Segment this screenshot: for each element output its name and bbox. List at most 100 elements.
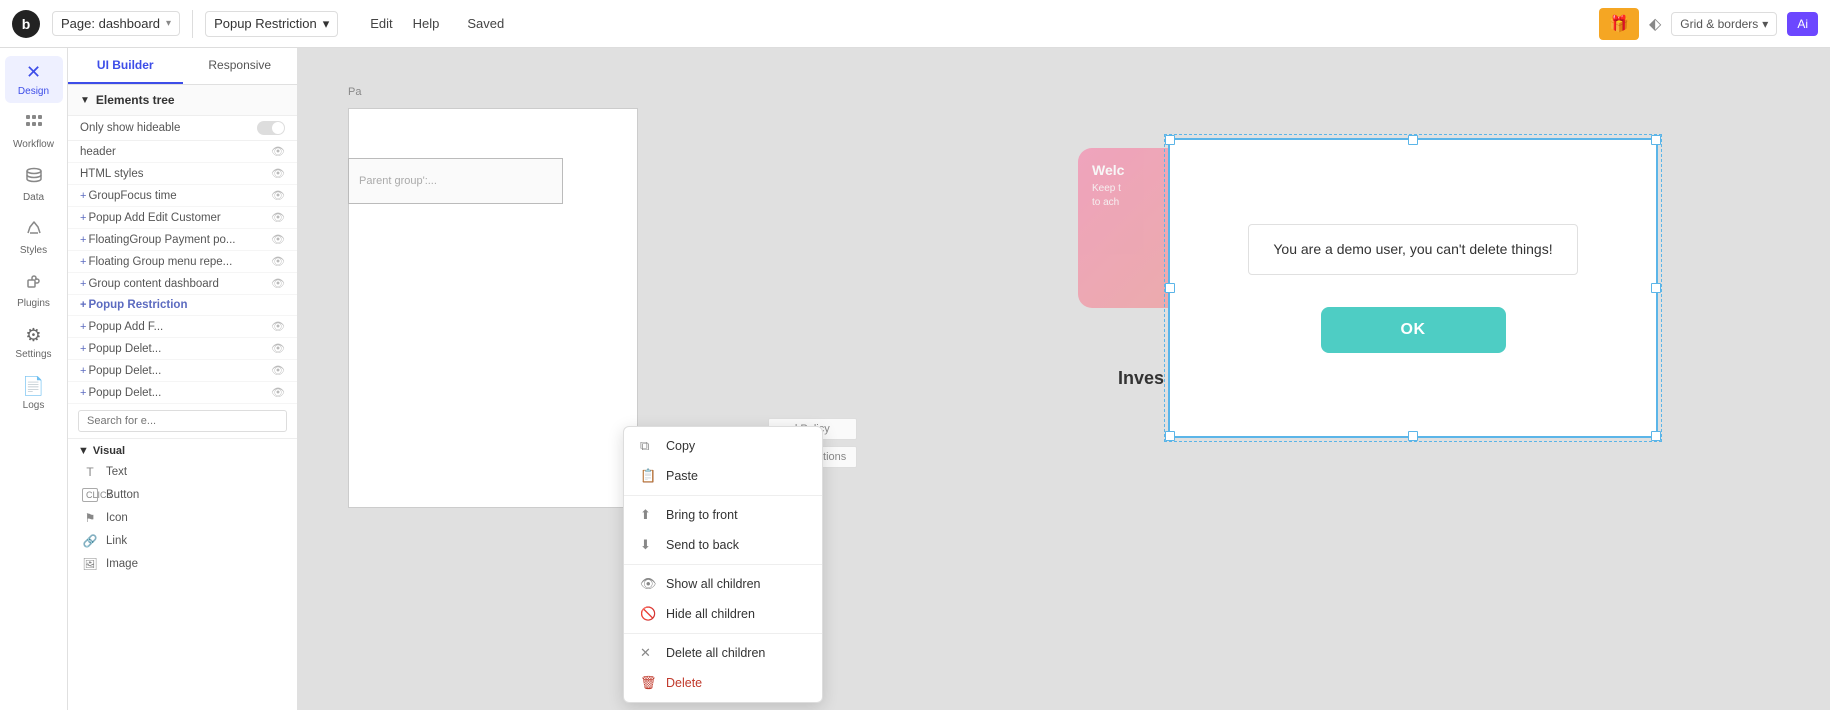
ctx-delete-all-children[interactable]: ✕ Delete all children bbox=[624, 638, 822, 668]
tab-ui-builder[interactable]: UI Builder bbox=[68, 48, 183, 84]
tree-item-popup-delet-2[interactable]: +Popup Delet... 👁 bbox=[68, 360, 297, 382]
edit-link[interactable]: Edit bbox=[370, 16, 392, 31]
tree-item-floating-group-menu[interactable]: +Floating Group menu repe... 👁 bbox=[68, 251, 297, 273]
tab-responsive[interactable]: Responsive bbox=[183, 48, 298, 84]
cursor-button[interactable]: ⬖ bbox=[1649, 14, 1661, 34]
only-show-hideable-label: Only show hideable bbox=[80, 122, 180, 134]
ctx-bring-to-front-label: Bring to front bbox=[666, 508, 738, 522]
visual-item-link[interactable]: 🔗 Link bbox=[78, 530, 287, 552]
tree-item-popup-restriction[interactable]: +Popup Restriction bbox=[68, 295, 297, 316]
parent-group-label: Parent group':... bbox=[359, 175, 437, 187]
eye-icon[interactable]: 👁 bbox=[271, 386, 285, 399]
sidebar-item-settings[interactable]: ⚙ Settings bbox=[5, 319, 63, 366]
ctx-copy[interactable]: ⧉ Copy bbox=[624, 431, 822, 461]
workflow-icon bbox=[25, 113, 43, 136]
elements-tree-label: Elements tree bbox=[96, 93, 175, 107]
modal-message: You are a demo user, you can't delete th… bbox=[1248, 224, 1577, 275]
ctx-delete-label: Delete bbox=[666, 676, 702, 690]
top-bar-right: 🎁 ⬖ Grid & borders ▾ Ai bbox=[1599, 8, 1818, 40]
ctx-delete[interactable]: 🗑 Delete bbox=[624, 668, 822, 698]
handle-mid-left[interactable] bbox=[1165, 283, 1175, 293]
eye-icon[interactable]: 👁 bbox=[271, 145, 285, 158]
tree-item-groupfocus[interactable]: +GroupFocus time 👁 bbox=[68, 185, 297, 207]
ctx-paste[interactable]: 📋 Paste bbox=[624, 461, 822, 491]
eye-icon[interactable]: 👁 bbox=[271, 364, 285, 377]
sidebar-item-design[interactable]: ✕ Design bbox=[5, 56, 63, 103]
tree-item-popup-add-f[interactable]: +Popup Add F... 👁 bbox=[68, 316, 297, 338]
grid-borders-button[interactable]: Grid & borders ▾ bbox=[1671, 12, 1777, 36]
eye-icon[interactable]: 👁 bbox=[271, 255, 285, 268]
plus-prefix: + bbox=[80, 256, 86, 268]
ctx-hide-all-children[interactable]: 🚫 Hide all children bbox=[624, 599, 822, 629]
parent-group-box: Parent group':... bbox=[348, 158, 563, 204]
welcome-sub: Keep tto ach bbox=[1092, 182, 1121, 210]
tree-item-groupfocus-label: GroupFocus time bbox=[88, 190, 176, 202]
ctx-show-all-children[interactable]: 👁 Show all children bbox=[624, 569, 822, 599]
handle-top-left[interactable] bbox=[1165, 135, 1175, 145]
handle-top-mid[interactable] bbox=[1408, 135, 1418, 145]
ctx-send-to-back[interactable]: ⬇ Send to back bbox=[624, 530, 822, 560]
tree-item-popup-delet-3[interactable]: +Popup Delet... 👁 bbox=[68, 382, 297, 404]
data-label: Data bbox=[23, 192, 44, 203]
handle-mid-right[interactable] bbox=[1651, 283, 1661, 293]
sidebar-item-styles[interactable]: Styles bbox=[5, 213, 63, 262]
eye-icon[interactable]: 👁 bbox=[271, 189, 285, 202]
eye-icon[interactable]: 👁 bbox=[271, 277, 285, 290]
plus-prefix: + bbox=[80, 343, 86, 355]
eye-icon[interactable]: 👁 bbox=[271, 320, 285, 333]
search-row[interactable] bbox=[68, 404, 297, 439]
top-bar: b Page: dashboard ▾ Popup Restriction ▾ … bbox=[0, 0, 1830, 48]
visual-item-icon[interactable]: ⚑ Icon bbox=[78, 507, 287, 529]
handle-bottom-right[interactable] bbox=[1651, 431, 1661, 441]
sidebar-item-plugins[interactable]: Plugins bbox=[5, 266, 63, 315]
tree-item-header[interactable]: header 👁 bbox=[68, 141, 297, 163]
search-input[interactable] bbox=[78, 410, 287, 432]
sidebar-item-workflow[interactable]: Workflow bbox=[5, 107, 63, 156]
ctx-show-all-children-label: Show all children bbox=[666, 577, 761, 591]
visual-item-image[interactable]: 🖼 Image bbox=[78, 553, 287, 575]
visual-arrow: ▼ bbox=[78, 445, 89, 457]
only-show-hideable-toggle[interactable] bbox=[257, 121, 285, 135]
modal-ok-button[interactable]: OK bbox=[1321, 307, 1506, 353]
tree-item-popup-delet-3-label: Popup Delet... bbox=[88, 387, 161, 399]
tree-item-group-content[interactable]: +Group content dashboard 👁 bbox=[68, 273, 297, 295]
help-link[interactable]: Help bbox=[413, 16, 440, 31]
only-show-hideable-row[interactable]: Only show hideable bbox=[68, 116, 297, 141]
eye-icon[interactable]: 👁 bbox=[271, 233, 285, 246]
popup-selector[interactable]: Popup Restriction ▾ bbox=[205, 11, 338, 37]
eye-icon[interactable]: 👁 bbox=[271, 167, 285, 180]
workflow-label: Workflow bbox=[13, 139, 54, 150]
tree-item-html-styles[interactable]: HTML styles 👁 bbox=[68, 163, 297, 185]
handle-bottom-left[interactable] bbox=[1165, 431, 1175, 441]
ai-button[interactable]: Ai bbox=[1787, 12, 1818, 36]
elements-tree-header: ▼ Elements tree bbox=[68, 85, 297, 116]
ctx-bring-to-front[interactable]: ⬆ Bring to front bbox=[624, 500, 822, 530]
tree-item-floating-payment[interactable]: +FloatingGroup Payment po... 👁 bbox=[68, 229, 297, 251]
copy-icon: ⧉ bbox=[640, 438, 656, 454]
eye-icon[interactable]: 👁 bbox=[271, 211, 285, 224]
page-selector[interactable]: Page: dashboard ▾ bbox=[52, 11, 180, 36]
page-label: Page: dashboard bbox=[61, 16, 160, 31]
popup-chevron: ▾ bbox=[323, 16, 330, 32]
toggle-knob bbox=[272, 122, 284, 134]
tree-item-popup-delet-1[interactable]: +Popup Delet... 👁 bbox=[68, 338, 297, 360]
visual-item-text[interactable]: T Text bbox=[78, 461, 287, 483]
elements-panel: UI Builder Responsive ▼ Elements tree On… bbox=[68, 48, 298, 710]
eye-icon[interactable]: 👁 bbox=[271, 342, 285, 355]
context-menu: ⧉ Copy 📋 Paste ⬆ Bring to front ⬇ Send t… bbox=[623, 426, 823, 703]
send-to-back-icon: ⬇ bbox=[640, 537, 656, 553]
handle-top-right[interactable] bbox=[1651, 135, 1661, 145]
visual-item-button-label: Button bbox=[106, 489, 139, 501]
visual-item-button[interactable]: CLICK Button bbox=[78, 484, 287, 506]
handle-bottom-mid[interactable] bbox=[1408, 431, 1418, 441]
modal-box[interactable]: You are a demo user, you can't delete th… bbox=[1168, 138, 1658, 438]
sidebar-item-logs[interactable]: 📄 Logs bbox=[5, 370, 63, 417]
plus-prefix: + bbox=[80, 190, 86, 202]
gift-button[interactable]: 🎁 bbox=[1599, 8, 1639, 40]
tree-item-popup-add-edit[interactable]: +Popup Add Edit Customer 👁 bbox=[68, 207, 297, 229]
plus-prefix: + bbox=[80, 365, 86, 377]
sidebar-item-data[interactable]: Data bbox=[5, 160, 63, 209]
hide-all-children-icon: 🚫 bbox=[640, 606, 656, 622]
plus-prefix: + bbox=[80, 278, 86, 290]
design-label: Design bbox=[18, 86, 49, 97]
